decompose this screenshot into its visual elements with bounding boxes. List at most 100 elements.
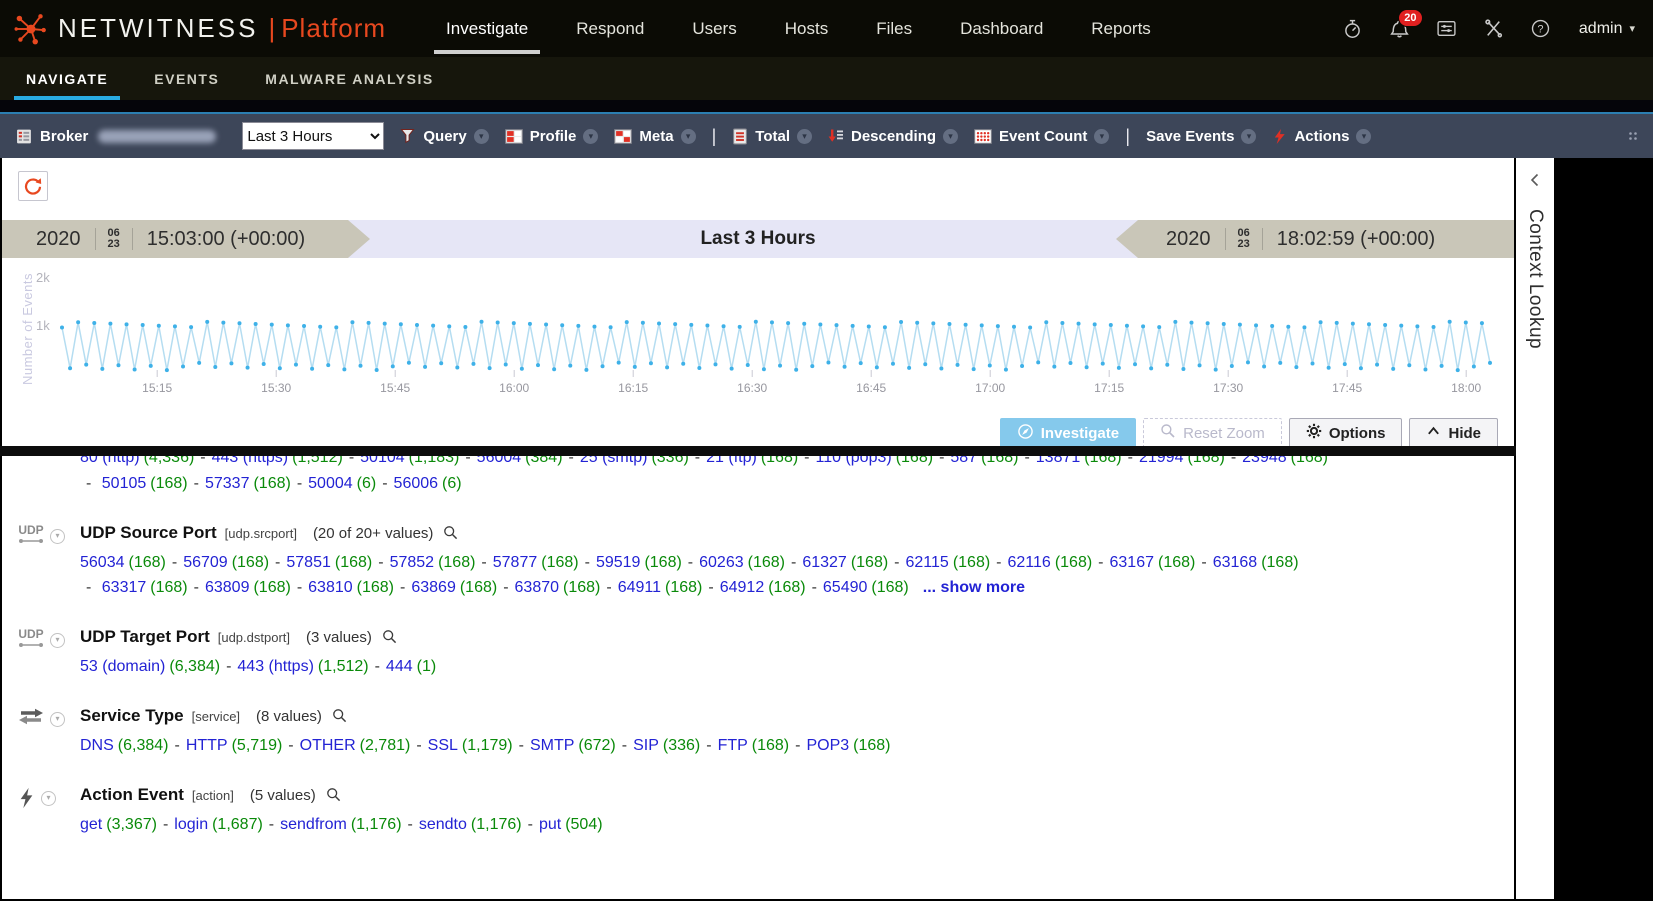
help-icon[interactable]: ? — [1530, 18, 1551, 39]
meta-value-count[interactable]: (1) — [417, 658, 437, 675]
user-menu[interactable]: admin ▾ — [1579, 20, 1635, 38]
meta-value-link[interactable]: 443 (https) — [237, 658, 313, 675]
search-icon[interactable] — [382, 629, 398, 645]
meta-value-count[interactable]: (336) — [663, 737, 700, 754]
meta-value-count[interactable]: (336) — [651, 455, 688, 466]
sub-nav-item-malware-analysis[interactable]: MALWARE ANALYSIS — [245, 57, 453, 100]
meta-value-count[interactable]: (1,687) — [212, 816, 263, 833]
time-range-start[interactable]: 2020 06 23 15:03:00 (+00:00) — [2, 220, 390, 258]
notifications-bell-icon[interactable]: 20 — [1389, 18, 1410, 39]
meta-value-link[interactable]: 63167 — [1110, 554, 1155, 571]
meta-value-count[interactable]: (168) — [752, 737, 789, 754]
meta-value-count[interactable]: (384) — [525, 455, 562, 466]
meta-value-link[interactable]: 56709 — [183, 554, 228, 571]
meta-value-link[interactable]: 80 (http) — [80, 455, 140, 466]
meta-value-link[interactable]: 21994 — [1139, 455, 1184, 466]
toolbar-profile-button[interactable]: Profile▾ — [505, 128, 599, 145]
meta-value-count[interactable]: (168) — [1187, 455, 1224, 466]
meta-value-count[interactable]: (504) — [565, 816, 602, 833]
meta-value-link[interactable]: SIP — [633, 737, 659, 754]
meta-value-count[interactable]: (168) — [129, 554, 166, 571]
meta-value-count[interactable]: (1,183) — [409, 455, 460, 466]
meta-value-count[interactable]: (1,512) — [292, 455, 343, 466]
meta-group-title[interactable]: Action Event — [80, 785, 184, 805]
end-year[interactable]: 2020 — [1152, 228, 1225, 251]
meta-value-count[interactable]: (168) — [1261, 554, 1298, 571]
meta-value-link[interactable]: 57337 — [205, 475, 250, 492]
toolbar-save-events-button[interactable]: Save Events▾ — [1146, 128, 1256, 145]
meta-value-link[interactable]: POP3 — [806, 737, 849, 754]
meta-value-count[interactable]: (168) — [1084, 455, 1121, 466]
meta-value-link[interactable]: 13871 — [1036, 455, 1081, 466]
meta-value-link[interactable]: 64911 — [618, 579, 661, 596]
meta-value-link[interactable]: put — [539, 816, 561, 833]
meta-value-count[interactable]: (168) — [768, 579, 805, 596]
end-time[interactable]: 18:02:59 (+00:00) — [1263, 228, 1449, 251]
meta-value-count[interactable]: (168) — [253, 475, 290, 492]
meta-value-link[interactable]: SSL — [428, 737, 458, 754]
meta-value-count[interactable]: (5,719) — [232, 737, 283, 754]
meta-value-link[interactable]: sendfrom — [280, 816, 347, 833]
sub-nav-item-events[interactable]: EVENTS — [134, 57, 239, 100]
meta-value-link[interactable]: 56006 — [394, 475, 439, 492]
meta-value-count[interactable]: (168) — [541, 554, 578, 571]
start-year[interactable]: 2020 — [22, 228, 95, 251]
meta-value-link[interactable]: 63869 — [411, 579, 456, 596]
meta-value-link[interactable]: 63168 — [1213, 554, 1258, 571]
meta-value-link[interactable]: 62115 — [906, 554, 949, 571]
sub-nav-item-navigate[interactable]: NAVIGATE — [6, 57, 128, 100]
meta-value-link[interactable]: 443 (https) — [212, 455, 288, 466]
admin-tools-icon[interactable] — [1483, 18, 1504, 39]
meta-value-count[interactable]: (168) — [1055, 554, 1092, 571]
start-time[interactable]: 15:03:00 (+00:00) — [133, 228, 319, 251]
meta-group-title[interactable]: UDP Source Port — [80, 523, 217, 543]
toolbar-query-button[interactable]: Query▾ — [400, 128, 488, 145]
jobs-panel-icon[interactable] — [1436, 18, 1457, 39]
reset-zoom-button[interactable]: Reset Zoom — [1143, 418, 1282, 448]
top-nav-item-users[interactable]: Users — [668, 0, 760, 57]
meta-value-link[interactable]: 110 (pop3) — [816, 455, 892, 466]
meta-value-link[interactable]: 21 (ftp) — [706, 455, 757, 466]
meta-value-link[interactable]: 64912 — [720, 579, 765, 596]
meta-value-link[interactable]: 53 (domain) — [80, 658, 165, 675]
meta-value-count[interactable]: (3,367) — [106, 816, 157, 833]
meta-value-count[interactable]: (168) — [953, 554, 990, 571]
meta-value-link[interactable]: sendto — [419, 816, 467, 833]
toolbar-meta-button[interactable]: Meta▾ — [614, 128, 695, 145]
meta-value-count[interactable]: (6,384) — [118, 737, 169, 754]
chevron-left-icon[interactable] — [1528, 172, 1542, 193]
time-range-select[interactable]: Last 3 Hours — [242, 122, 384, 150]
meta-value-count[interactable]: (168) — [871, 579, 908, 596]
meta-value-link[interactable]: 50104 — [360, 455, 405, 466]
meta-value-count[interactable]: (168) — [150, 475, 187, 492]
top-nav-item-investigate[interactable]: Investigate — [422, 0, 552, 57]
meta-value-link[interactable]: 25 (smtp) — [580, 455, 648, 466]
top-nav-item-files[interactable]: Files — [852, 0, 936, 57]
group-chevron-icon[interactable]: ▾ — [50, 529, 65, 544]
hide-button[interactable]: Hide — [1409, 418, 1498, 448]
meta-value-link[interactable]: 59519 — [596, 554, 641, 571]
meta-value-count[interactable]: (2,781) — [360, 737, 411, 754]
meta-value-link[interactable]: DNS — [80, 737, 114, 754]
meta-value-count[interactable]: (168) — [357, 579, 394, 596]
meta-value-count[interactable]: (168) — [981, 455, 1018, 466]
meta-value-count[interactable]: (168) — [253, 579, 290, 596]
top-nav-item-dashboard[interactable]: Dashboard — [936, 0, 1067, 57]
meta-value-link[interactable]: SMTP — [530, 737, 574, 754]
meta-value-link[interactable]: 50004 — [308, 475, 353, 492]
meta-value-link[interactable]: 57852 — [390, 554, 435, 571]
meta-value-link[interactable]: 50105 — [102, 475, 147, 492]
meta-value-link[interactable]: 444 — [386, 658, 413, 675]
meta-value-count[interactable]: (1,179) — [462, 737, 513, 754]
investigate-button[interactable]: Investigate — [1000, 418, 1136, 448]
meta-value-link[interactable]: 56004 — [477, 455, 522, 466]
meta-value-count[interactable]: (168) — [665, 579, 702, 596]
toolbar-event-count-button[interactable]: Event Count▾ — [974, 128, 1109, 145]
meta-value-link[interactable]: 56034 — [80, 554, 125, 571]
group-chevron-icon[interactable]: ▾ — [50, 712, 65, 727]
events-timeline-chart[interactable]: 15:1515:3015:4516:0016:1516:3016:4517:00… — [2, 258, 1514, 413]
meta-value-link[interactable]: 61327 — [802, 554, 847, 571]
end-month-day[interactable]: 06 23 — [1225, 228, 1263, 250]
meta-value-count[interactable]: (168) — [1158, 554, 1195, 571]
meta-value-count[interactable]: (168) — [150, 579, 187, 596]
